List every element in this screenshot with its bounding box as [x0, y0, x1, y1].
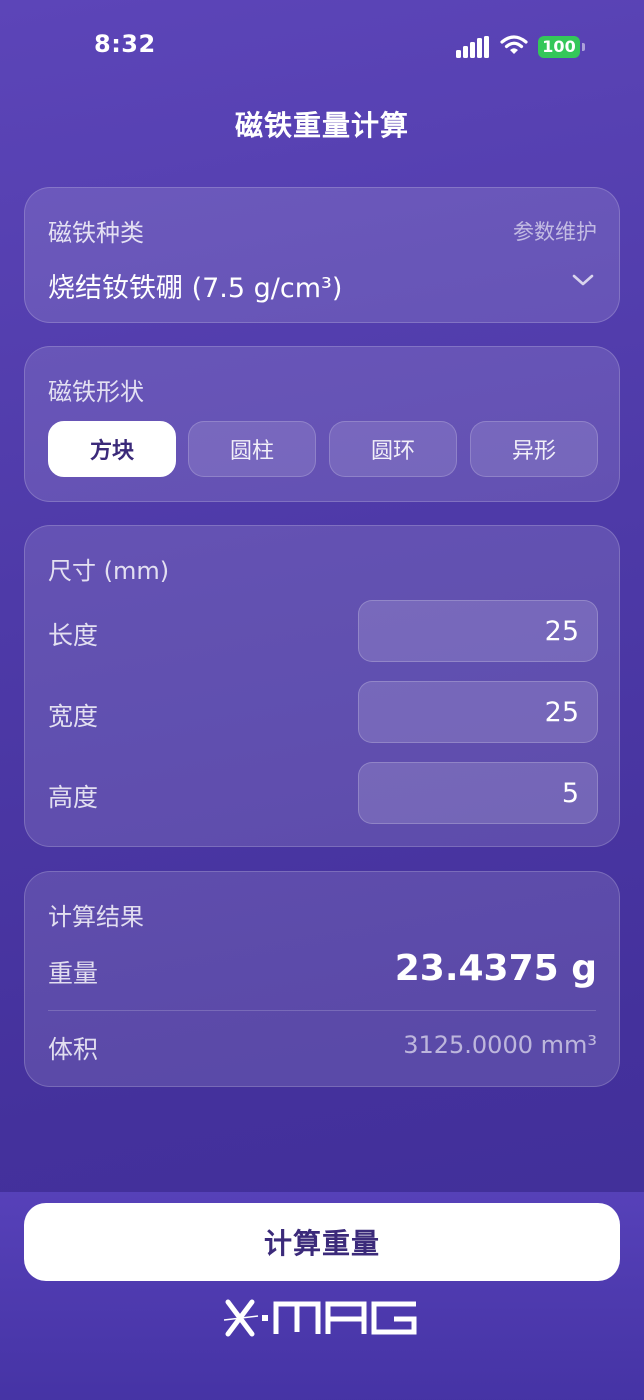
page-title: 磁铁重量计算 — [234, 109, 409, 142]
calculate-weight-button[interactable]: 计算重量 — [24, 1203, 620, 1281]
dimensions-label: 尺寸 (mm) — [48, 557, 170, 585]
result-label: 计算结果 — [48, 903, 144, 931]
magnet-shape-card: 磁铁形状 方块 圆柱 圆环 异形 — [24, 346, 620, 502]
magnet-type-value: 烧结钕铁硼 (7.5 g/cm³) — [48, 273, 343, 304]
weight-value: 23.4375 g — [394, 948, 597, 989]
wifi-icon — [500, 35, 528, 54]
height-input[interactable] — [358, 762, 598, 824]
magnet-type-card: 磁铁种类 参数维护 烧结钕铁硼 (7.5 g/cm³) — [24, 187, 620, 323]
width-input[interactable] — [358, 681, 598, 743]
volume-value: 3125.0000 mm³ — [403, 1031, 597, 1059]
shape-option-irregular[interactable]: 异形 — [470, 421, 598, 477]
length-input[interactable] — [358, 600, 598, 662]
xmag-logo — [224, 1299, 417, 1337]
signal-icon — [456, 36, 490, 58]
weight-label: 重量 — [48, 959, 99, 988]
height-label: 高度 — [48, 783, 99, 812]
shape-option-cylinder[interactable]: 圆柱 — [188, 421, 316, 477]
volume-label: 体积 — [48, 1035, 99, 1064]
result-divider — [48, 1010, 596, 1011]
chevron-down-icon — [572, 274, 594, 286]
status-bar: 8:32 100 — [0, 0, 644, 96]
shape-option-ring[interactable]: 圆环 — [329, 421, 457, 477]
battery-icon: 100 — [538, 36, 580, 58]
result-card: 计算结果 重量 23.4375 g 体积 3125.0000 mm³ — [24, 871, 620, 1087]
shape-option-block[interactable]: 方块 — [48, 421, 176, 477]
magnet-type-label: 磁铁种类 — [48, 219, 144, 247]
battery-cap — [582, 43, 585, 51]
length-label: 长度 — [48, 621, 99, 650]
width-label: 宽度 — [48, 702, 99, 731]
parameter-maintenance-link[interactable]: 参数维护 — [513, 216, 597, 246]
status-time: 8:32 — [94, 30, 156, 58]
magnet-shape-label: 磁铁形状 — [48, 378, 144, 406]
dimensions-card: 尺寸 (mm) 长度 宽度 高度 — [24, 525, 620, 847]
